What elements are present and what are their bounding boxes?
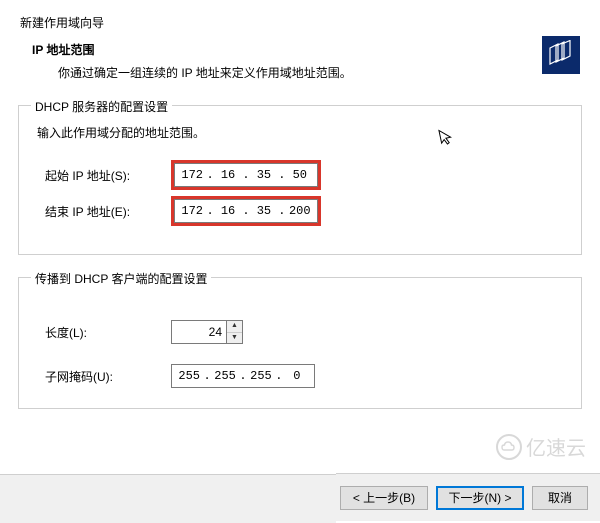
- ip-octet[interactable]: 172: [179, 168, 205, 182]
- ip-octet[interactable]: 16: [215, 204, 241, 218]
- end-ip-input[interactable]: 172 . 16 . 35 . 200: [174, 199, 318, 223]
- ip-octet[interactable]: 35: [251, 204, 277, 218]
- watermark-text: 亿速云: [526, 432, 586, 461]
- wizard-header: 新建作用域向导 IP 地址范围 你通过确定一组连续的 IP 地址来定义作用域地址…: [0, 0, 600, 91]
- length-value[interactable]: 24: [171, 320, 227, 344]
- section-desc: 你通过确定一组连续的 IP 地址来定义作用域地址范围。: [58, 64, 542, 81]
- ip-dot: .: [241, 204, 250, 218]
- wizard-footer: < 上一步(B) 下一步(N) > 取消: [336, 473, 600, 521]
- ip-dot: .: [205, 168, 214, 182]
- ip-octet[interactable]: 16: [215, 168, 241, 182]
- dhcp-client-group: 传播到 DHCP 客户端的配置设置 长度(L): 24 ▲ ▼ 子网掩码(U):…: [18, 277, 582, 409]
- length-stepper[interactable]: 24 ▲ ▼: [171, 320, 243, 344]
- watermark: 亿速云: [496, 432, 586, 461]
- folders-icon: [542, 36, 580, 74]
- ip-octet[interactable]: 255: [212, 369, 238, 383]
- ip-octet[interactable]: 0: [284, 369, 310, 383]
- length-label: 长度(L):: [45, 324, 171, 341]
- mask-row: 子网掩码(U): 255 . 255 . 255 . 0: [45, 358, 563, 394]
- ip-octet[interactable]: 50: [287, 168, 313, 182]
- ip-octet[interactable]: 255: [176, 369, 202, 383]
- wizard-title: 新建作用域向导: [20, 14, 542, 31]
- end-ip-label: 结束 IP 地址(E):: [45, 203, 171, 220]
- length-row: 长度(L): 24 ▲ ▼: [45, 314, 563, 350]
- back-button[interactable]: < 上一步(B): [340, 486, 428, 510]
- end-ip-highlight: 172 . 16 . 35 . 200: [171, 196, 321, 226]
- ip-octet[interactable]: 35: [251, 168, 277, 182]
- ip-octet[interactable]: 172: [179, 204, 205, 218]
- section-title: IP 地址范围: [32, 41, 542, 58]
- start-ip-highlight: 172 . 16 . 35 . 50: [171, 160, 321, 190]
- start-ip-label: 起始 IP 地址(S):: [45, 167, 171, 184]
- ip-dot: .: [238, 369, 247, 383]
- ip-dot: .: [274, 369, 283, 383]
- group1-hint: 输入此作用域分配的地址范围。: [37, 124, 563, 141]
- ip-dot: .: [241, 168, 250, 182]
- ip-dot: .: [202, 369, 211, 383]
- next-button[interactable]: 下一步(N) >: [436, 486, 524, 510]
- header-text: 新建作用域向导 IP 地址范围 你通过确定一组连续的 IP 地址来定义作用域地址…: [20, 14, 542, 81]
- start-ip-input[interactable]: 172 . 16 . 35 . 50: [174, 163, 318, 187]
- spin-buttons: ▲ ▼: [227, 320, 243, 344]
- ip-octet[interactable]: 255: [248, 369, 274, 383]
- subnet-mask-input[interactable]: 255 . 255 . 255 . 0: [171, 364, 315, 388]
- cancel-button[interactable]: 取消: [532, 486, 588, 510]
- ip-dot: .: [205, 204, 214, 218]
- ip-dot: .: [277, 168, 286, 182]
- group2-legend: 传播到 DHCP 客户端的配置设置: [31, 270, 211, 287]
- spin-down-button[interactable]: ▼: [227, 333, 242, 344]
- dhcp-server-group: DHCP 服务器的配置设置 输入此作用域分配的地址范围。 起始 IP 地址(S)…: [18, 105, 582, 255]
- mask-label: 子网掩码(U):: [45, 368, 171, 385]
- ip-octet[interactable]: 200: [287, 204, 313, 218]
- group1-legend: DHCP 服务器的配置设置: [31, 98, 172, 115]
- ip-dot: .: [277, 204, 286, 218]
- end-ip-row: 结束 IP 地址(E): 172 . 16 . 35 . 200: [45, 193, 563, 229]
- spin-up-button[interactable]: ▲: [227, 321, 242, 333]
- watermark-icon: [496, 434, 522, 460]
- start-ip-row: 起始 IP 地址(S): 172 . 16 . 35 . 50: [45, 157, 563, 193]
